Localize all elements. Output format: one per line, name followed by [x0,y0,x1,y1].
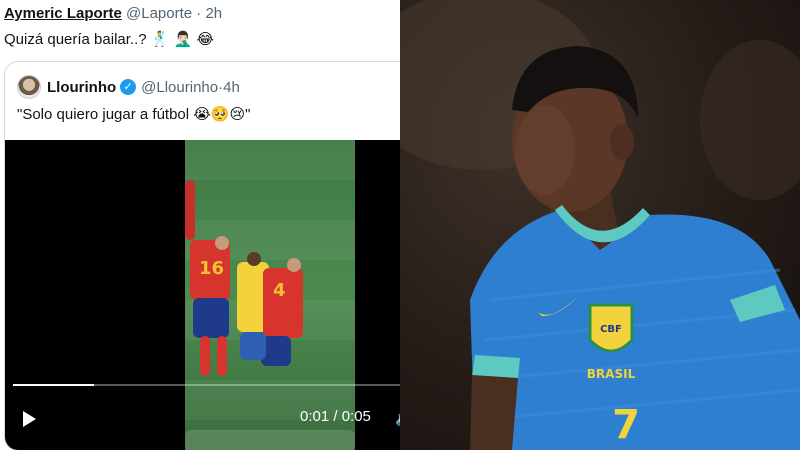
quoted-tweet-card[interactable]: Llourinho ✓ @Llourinho · 4h "Solo quiero… [4,61,400,450]
video-player[interactable]: 16 4 0:01 / 0:05 🔈 [5,140,400,450]
quoted-author-name[interactable]: Llourinho [47,79,116,96]
tweet-header: Aymeric Laporte @Laporte · 2h [4,5,222,22]
video-progress-bar[interactable] [13,384,400,386]
video-progress-fill [13,384,94,386]
quoted-timestamp[interactable]: 4h [223,79,240,96]
video-frame-football-scene: 16 4 [185,140,355,450]
jersey-number: 7 [612,402,640,448]
jersey-country-text: BRASIL [587,367,636,381]
avatar[interactable] [17,75,41,99]
quoted-tweet-text: "Solo quiero jugar a fútbol 😭🥺😢" [17,106,251,123]
player-photo-illustration: CBF BRASIL 7 [400,0,800,450]
verified-badge-icon: ✓ [120,79,137,95]
quoted-author-handle[interactable]: @Llourinho [141,79,218,96]
player-photo: CBF BRASIL 7 [400,0,800,450]
play-icon[interactable] [23,411,36,427]
quoted-tweet-header: Llourinho ✓ @Llourinho · 4h [17,75,240,99]
tweet-separator: · [196,5,202,22]
tweet-timestamp[interactable]: 2h [205,5,222,22]
tweet-author-handle[interactable]: @Laporte [126,5,192,22]
tweet-screenshot: Aymeric Laporte @Laporte · 2h Quizá quer… [0,0,400,450]
video-time-display: 0:01 / 0:05 [300,408,371,425]
badge-text: CBF [600,324,622,335]
tweet-author-name[interactable]: Aymeric Laporte [4,5,122,22]
tweet-text: Quizá quería bailar..? 🕺 🤦🏻‍♂️ 😂 [4,31,214,48]
